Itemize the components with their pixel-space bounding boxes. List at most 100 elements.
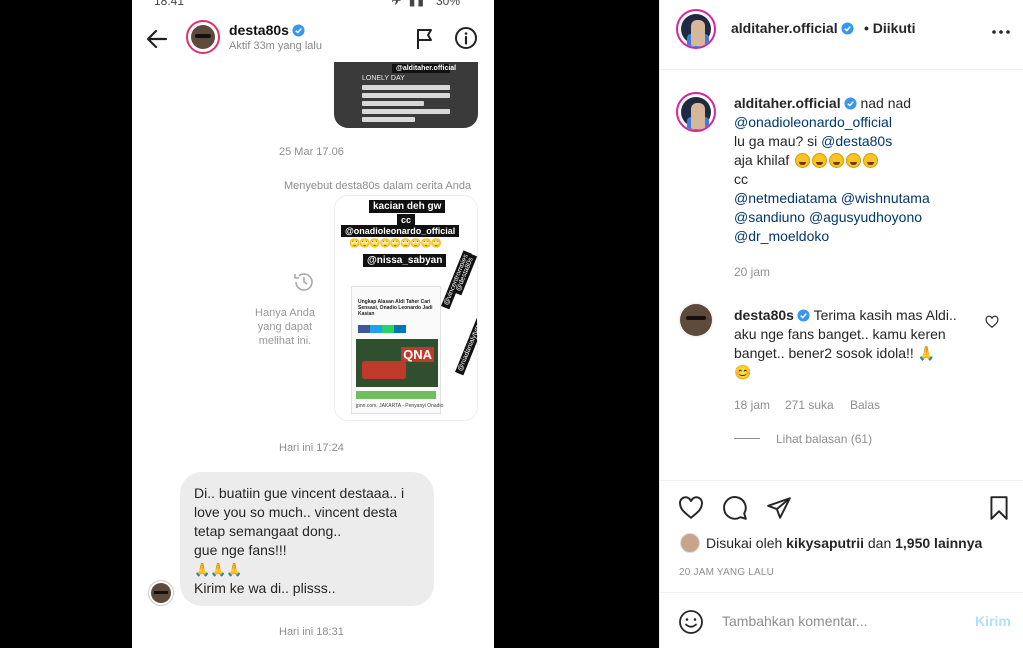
- add-comment-bar: Kirim: [660, 592, 1023, 648]
- story-text-tag: kacian deh gw: [369, 200, 446, 213]
- dm-active-status: Aktif 33m yang lalu: [229, 40, 322, 52]
- comment-bubble-icon[interactable]: [722, 495, 748, 521]
- message-bubble: Di.. buatiin gue vincent destaaa.. i lov…: [180, 472, 434, 606]
- post-date[interactable]: 20 JAM YANG LALU: [679, 567, 774, 578]
- article-footer: jpnn.com, JAKARTA - Penyanyi Onadio: [356, 403, 444, 409]
- laughing-emoji-icon: [863, 153, 879, 168]
- commenter-username[interactable]: desta80s: [734, 307, 794, 323]
- phone-status-bar: 18:41 ✈ ▮▮ 30%: [132, 0, 494, 8]
- like-heart-icon[interactable]: [678, 495, 704, 521]
- liker-avatar: [680, 533, 700, 553]
- replies-divider: [734, 438, 760, 439]
- commenter-avatar[interactable]: [678, 302, 714, 338]
- status-time: 18:41: [154, 0, 185, 8]
- liker-username[interactable]: kikysaputrii: [786, 535, 864, 551]
- caption-author-avatar[interactable]: [676, 92, 716, 132]
- post-header: alditaher.official • Diikuti: [660, 0, 1023, 70]
- message-line: Di.. buatiin gue vincent destaaa.. i: [194, 485, 405, 501]
- story-reply-thumbnail: @alditaher.official LONELY DAY: [334, 62, 478, 128]
- article-badge: QNA: [401, 347, 434, 362]
- story-mention-tag: @onadioleonardo_official: [341, 225, 460, 237]
- article-photo: QNA: [356, 339, 438, 387]
- battery-level: 30%: [435, 0, 460, 8]
- message-line: love you so much.. vincent desta: [194, 504, 398, 520]
- verified-badge-icon: [797, 309, 810, 322]
- mention-link[interactable]: @netmediatama: [734, 190, 837, 206]
- article-title: Ungkap Alasan Aldi Taher Cari Sensasi, O…: [358, 299, 433, 317]
- flag-icon: [417, 29, 432, 49]
- mention-link[interactable]: @dr_moeldoko: [734, 228, 829, 244]
- article-screenshot: Ungkap Alasan Aldi Taher Cari Sensasi, O…: [351, 286, 444, 414]
- message-line: tetap semangaat dong..: [194, 523, 342, 539]
- share-paper-plane-icon[interactable]: [766, 495, 792, 521]
- comment-text: 😊: [734, 364, 752, 380]
- comment-body: desta80s Terima kasih mas Aldi.. aku nge…: [734, 306, 984, 382]
- caption-time[interactable]: 20 jam: [734, 265, 770, 279]
- info-icon: [455, 27, 477, 49]
- story-mention-tag: @nissa_sabyan: [363, 254, 447, 267]
- signal-icon: ✈ ▮▮: [391, 0, 426, 8]
- verified-badge-icon: [844, 97, 857, 110]
- follow-status[interactable]: • Diikuti: [864, 20, 916, 36]
- reply-button[interactable]: Balas: [850, 398, 880, 412]
- mention-link[interactable]: @desta80s: [821, 133, 892, 149]
- story-emoji-row: 🙄🙄🙄🙄🙄🙄🙄🙄🙄: [349, 238, 442, 248]
- verified-badge-icon: [841, 22, 854, 35]
- caption-text: lu ga mau? si: [734, 133, 822, 149]
- laughing-emoji-icon: [812, 153, 828, 168]
- story-mention-tag: @niadanialytvnw: [455, 317, 477, 376]
- post-comment-button[interactable]: Kirim: [975, 613, 1011, 629]
- likes-summary: Disukai oleh kikysaputrii dan 1,950 lain…: [680, 533, 982, 553]
- share-icons: [358, 325, 406, 333]
- post-media[interactable]: 18:41 ✈ ▮▮ 30% desta80s Aktif 33m yang l…: [0, 0, 659, 648]
- dm-screenshot: 18:41 ✈ ▮▮ 30% desta80s Aktif 33m yang l…: [132, 0, 494, 648]
- author-avatar[interactable]: [676, 9, 716, 49]
- laughing-emoji-icon: [795, 153, 811, 168]
- save-bookmark-icon[interactable]: [986, 495, 1012, 521]
- comment-likes[interactable]: 271 suka: [785, 398, 834, 412]
- author-username[interactable]: alditaher.official: [731, 20, 854, 36]
- comments-section[interactable]: alditaher.official nad nad @onadioleonar…: [660, 70, 1023, 480]
- history-icon: [294, 273, 313, 291]
- comment-text: banget.. bener2 sosok idola!! 🙏: [734, 345, 936, 361]
- laughing-emoji-icon: [829, 153, 845, 168]
- emoji-smile-icon[interactable]: [678, 609, 704, 635]
- sender-avatar: [148, 580, 174, 606]
- message-line: 🙏🙏🙏: [194, 562, 243, 577]
- article-banner: [356, 391, 436, 399]
- caption-text: cc: [734, 171, 748, 187]
- comment-input[interactable]: [722, 609, 952, 633]
- comment-time[interactable]: 18 jam: [734, 398, 770, 412]
- mention-link[interactable]: @agusyudhoyono: [809, 209, 922, 225]
- caption-username[interactable]: alditaher.official: [734, 95, 841, 111]
- verified-badge-icon: [292, 24, 305, 37]
- only-you-note: Hanya Anda yang dapat melihat ini.: [255, 307, 315, 347]
- story-top-tag: @alditaher.official: [392, 64, 456, 73]
- dm-timestamp: Hari ini 18:31: [279, 626, 344, 638]
- dm-avatar: [186, 20, 220, 54]
- back-arrow-icon: [146, 29, 168, 49]
- story-top-text: LONELY DAY: [362, 75, 405, 82]
- post-caption: alditaher.official nad nad @onadioleonar…: [734, 94, 1004, 246]
- story-mention-card: kacian deh gw cc @onadioleonardo_officia…: [334, 195, 478, 421]
- mention-link[interactable]: @onadioleonardo_official: [734, 114, 892, 130]
- caption-text: nad nad: [860, 95, 912, 111]
- dm-timestamp: Hari ini 17:24: [279, 442, 344, 454]
- mention-link[interactable]: @wishnutama: [841, 190, 930, 206]
- comment-text: aku nge fans banget.. kamu keren: [734, 326, 946, 342]
- dm-timestamp: 25 Mar 17.06: [279, 146, 344, 158]
- view-replies-button[interactable]: Lihat balasan (61): [734, 432, 872, 446]
- laughing-emoji-icon: [846, 153, 862, 168]
- post-panel: alditaher.official • Diikuti alditaher.o…: [659, 0, 1023, 648]
- mention-link[interactable]: @sandiuno: [734, 209, 805, 225]
- likes-count[interactable]: 1,950 lainnya: [895, 535, 982, 551]
- comment-text: Terima kasih mas Aldi..: [813, 307, 957, 323]
- story-mention-note: Menyebut desta80s dalam cerita Anda: [284, 180, 472, 192]
- dm-header: desta80s Aktif 33m yang lalu: [132, 14, 494, 66]
- more-horizontal-icon[interactable]: [990, 22, 1012, 42]
- message-line: Kirim ke wa di.. plisss..: [194, 580, 336, 596]
- comment-like-heart-icon[interactable]: [985, 315, 999, 329]
- message-line: gue nge fans!!!: [194, 542, 287, 558]
- dm-username: desta80s: [229, 22, 305, 38]
- post-actions: Disukai oleh kikysaputrii dan 1,950 lain…: [660, 480, 1023, 590]
